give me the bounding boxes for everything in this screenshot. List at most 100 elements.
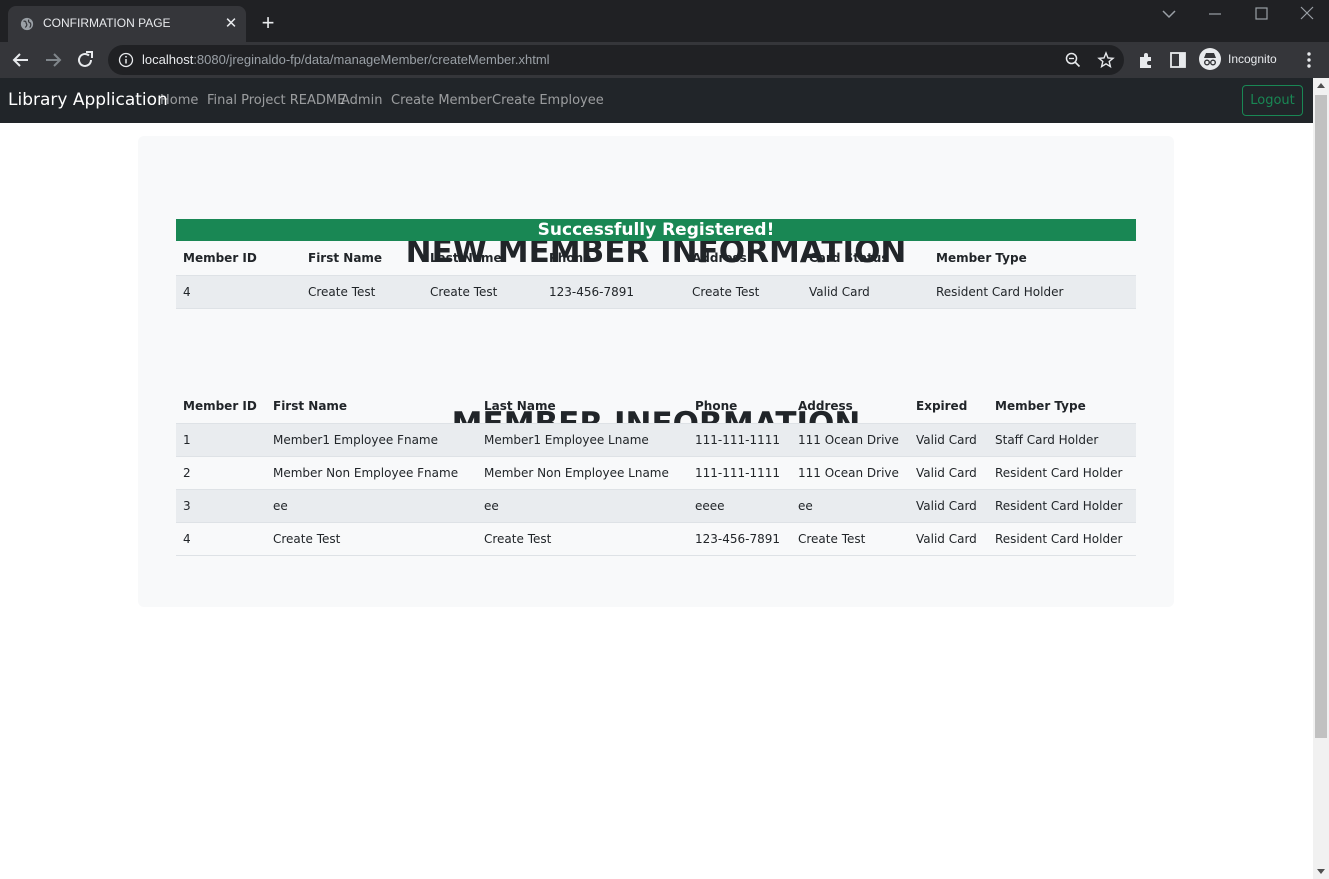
cell-first-name: Member1 Employee Fname — [266, 423, 477, 457]
app-navbar: Library Application Home Final Project R… — [0, 78, 1313, 123]
nav-link-admin[interactable]: Admin — [341, 93, 382, 108]
app-brand[interactable]: Library Application — [8, 90, 168, 110]
column-header: Address — [791, 390, 909, 424]
cell-member-id: 4 — [176, 522, 266, 556]
scrollbar-thumb[interactable] — [1315, 95, 1327, 738]
close-window-icon[interactable] — [1295, 2, 1319, 26]
incognito-icon — [1199, 48, 1221, 70]
page-viewport: Library Application Home Final Project R… — [0, 78, 1313, 879]
scroll-down-arrow-icon[interactable] — [1317, 869, 1325, 874]
nav-link-home[interactable]: Home — [160, 93, 198, 108]
url-text[interactable]: localhost:8080/jreginaldo-fp/data/manage… — [142, 52, 550, 67]
incognito-profile-button[interactable]: Incognito — [1198, 47, 1290, 73]
profile-label: Incognito — [1228, 52, 1277, 66]
cell-expired: Valid Card — [909, 423, 988, 457]
column-header: Phone — [688, 390, 791, 424]
tab-search-icon[interactable] — [1157, 2, 1181, 26]
cell-phone: eeee — [688, 489, 791, 523]
table-header-row: Member ID First Name Last Name Phone Add… — [176, 242, 1136, 276]
bookmark-star-icon[interactable] — [1097, 51, 1115, 69]
zoom-icon[interactable] — [1064, 51, 1082, 69]
column-header: Phone — [542, 242, 685, 276]
cell-member-type: Resident Card Holder — [988, 456, 1136, 490]
site-info-icon[interactable] — [118, 52, 134, 68]
column-header: Last Name — [423, 242, 542, 276]
table-header-row: Member ID First Name Last Name Phone Add… — [176, 390, 1136, 424]
address-bar[interactable]: localhost:8080/jreginaldo-fp/data/manage… — [108, 45, 1124, 75]
url-path: :8080/jreginaldo-fp/data/manageMember/cr… — [193, 52, 550, 67]
new-tab-icon[interactable]: + — [256, 12, 280, 36]
cell-last-name: Create Test — [423, 275, 542, 309]
url-host: localhost — [142, 52, 194, 67]
cell-member-type: Resident Card Holder — [988, 522, 1136, 556]
cell-member-id: 2 — [176, 456, 266, 490]
column-header: Member Type — [929, 242, 1136, 276]
cell-address: 111 Ocean Drive — [791, 456, 909, 490]
cell-phone: 123-456-7891 — [688, 522, 791, 556]
globe-icon — [20, 17, 34, 31]
nav-link-create-member[interactable]: Create Member — [391, 93, 492, 108]
cell-address: ee — [791, 489, 909, 523]
column-header: Member ID — [176, 390, 266, 424]
table-row: 4 Create Test Create Test 123-456-7891 C… — [176, 275, 1136, 309]
cell-last-name: Member1 Employee Lname — [477, 423, 688, 457]
logout-button[interactable]: Logout — [1242, 85, 1303, 116]
table-row: 1 Member1 Employee Fname Member1 Employe… — [176, 423, 1136, 457]
browser-tab-bar: CONFIRMATION PAGE ✕ + — [0, 0, 1329, 42]
cell-member-type: Staff Card Holder — [988, 423, 1136, 457]
cell-expired: Valid Card — [909, 456, 988, 490]
cell-member-type: Resident Card Holder — [988, 489, 1136, 523]
content-card: NEW MEMBER INFORMATION Successfully Regi… — [138, 136, 1174, 607]
cell-expired: Valid Card — [909, 489, 988, 523]
nav-link-create-employee[interactable]: Create Employee — [492, 93, 604, 108]
extensions-icon[interactable] — [1136, 50, 1156, 70]
cell-first-name: Create Test — [301, 275, 423, 309]
tab-title: CONFIRMATION PAGE — [43, 16, 171, 30]
forward-icon[interactable] — [41, 48, 65, 72]
nav-link-readme[interactable]: Final Project README — [207, 93, 345, 108]
page-scrollbar[interactable] — [1313, 78, 1329, 879]
cell-first-name: ee — [266, 489, 477, 523]
cell-address: Create Test — [685, 275, 802, 309]
maximize-icon[interactable] — [1249, 2, 1273, 26]
side-panel-icon[interactable] — [1168, 50, 1188, 70]
table-row: 3 ee ee eeee ee Valid Card Resident Card… — [176, 489, 1136, 523]
members-table: Member ID First Name Last Name Phone Add… — [176, 390, 1136, 556]
table-row: 2 Member Non Employee Fname Member Non E… — [176, 456, 1136, 490]
column-header: Member ID — [176, 242, 301, 276]
column-header: Last Name — [477, 390, 688, 424]
cell-first-name: Member Non Employee Fname — [266, 456, 477, 490]
cell-member-type: Resident Card Holder — [929, 275, 1136, 309]
cell-last-name: ee — [477, 489, 688, 523]
close-tab-icon[interactable]: ✕ — [222, 15, 240, 33]
cell-phone: 123-456-7891 — [542, 275, 685, 309]
cell-member-id: 4 — [176, 275, 301, 309]
column-header: Expired — [909, 390, 988, 424]
table-row: 4 Create Test Create Test 123-456-7891 C… — [176, 522, 1136, 556]
cell-member-id: 3 — [176, 489, 266, 523]
cell-address: Create Test — [791, 522, 909, 556]
browser-tab[interactable]: CONFIRMATION PAGE ✕ — [8, 6, 246, 42]
cell-expired: Valid Card — [909, 522, 988, 556]
cell-phone: 111-111-1111 — [688, 456, 791, 490]
reload-icon[interactable] — [73, 48, 97, 72]
back-icon[interactable] — [9, 48, 33, 72]
column-header: Address — [685, 242, 802, 276]
scroll-up-arrow-icon[interactable] — [1317, 83, 1325, 88]
column-header: First Name — [266, 390, 477, 424]
cell-last-name: Create Test — [477, 522, 688, 556]
cell-last-name: Member Non Employee Lname — [477, 456, 688, 490]
browser-menu-icon[interactable] — [1299, 50, 1319, 70]
browser-toolbar: localhost:8080/jreginaldo-fp/data/manage… — [0, 42, 1329, 78]
column-header: Member Type — [988, 390, 1136, 424]
cell-first-name: Create Test — [266, 522, 477, 556]
cell-member-id: 1 — [176, 423, 266, 457]
success-banner: Successfully Registered! — [176, 219, 1136, 241]
column-header: Card Status — [802, 242, 929, 276]
minimize-icon[interactable] — [1203, 2, 1227, 26]
column-header: First Name — [301, 242, 423, 276]
cell-card-status: Valid Card — [802, 275, 929, 309]
cell-address: 111 Ocean Drive — [791, 423, 909, 457]
new-member-table: Member ID First Name Last Name Phone Add… — [176, 242, 1136, 309]
cell-phone: 111-111-1111 — [688, 423, 791, 457]
